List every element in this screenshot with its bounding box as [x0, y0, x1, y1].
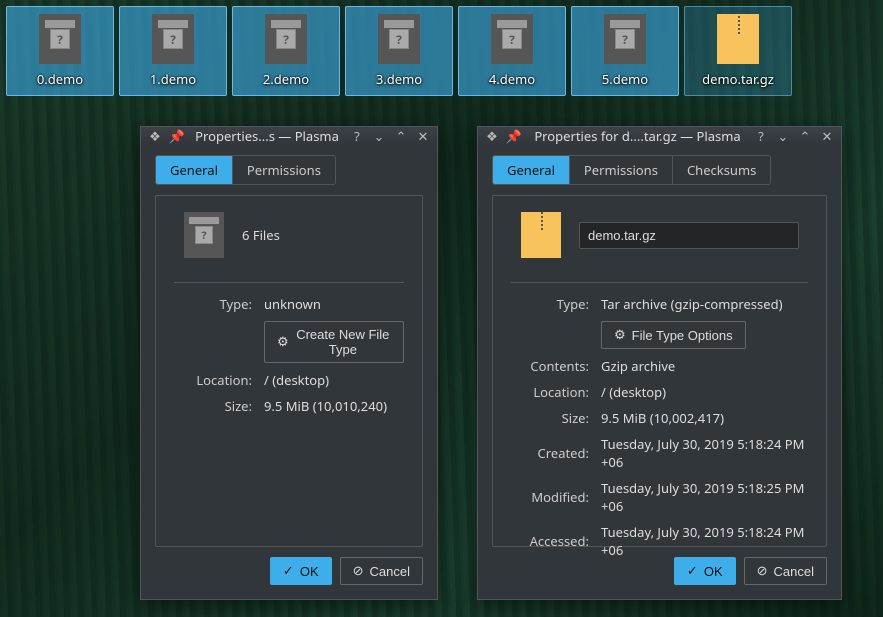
cancel-button[interactable]: ⊘ Cancel: [744, 557, 827, 585]
label-created: Created:: [511, 444, 589, 462]
properties-dialog-tar: ❖ 📌 Properties for d....tar.gz — Plasma …: [477, 126, 842, 600]
unknown-file-icon: [604, 14, 646, 64]
general-panel: 6 Files Type: unknown ⚙ Create New File …: [155, 195, 423, 547]
properties-dialog-multi: ❖ 📌 Properties...s — Plasma ? ⌄ ⌃ ✕ Gene…: [140, 126, 438, 600]
label-contents: Contents:: [511, 357, 589, 375]
dialog-buttons: ✓ OK ⊘ Cancel: [155, 547, 423, 585]
button-label: Cancel: [370, 564, 410, 579]
button-label: OK: [704, 564, 723, 579]
window-title: Properties...s — Plasma: [191, 127, 343, 145]
help-icon[interactable]: ?: [753, 128, 769, 144]
tab-bar: General Permissions Checksums: [492, 155, 771, 185]
file-label: 1.demo: [150, 70, 196, 88]
close-icon[interactable]: ✕: [819, 128, 835, 144]
unknown-file-icon: [152, 14, 194, 64]
button-label: OK: [300, 564, 319, 579]
check-icon: ✓: [283, 563, 294, 579]
tab-permissions[interactable]: Permissions: [570, 156, 673, 184]
minimize-icon[interactable]: ⌄: [775, 128, 791, 144]
label-size: Size:: [511, 409, 589, 427]
unknown-file-icon: [39, 14, 81, 64]
desktop-file-5[interactable]: 5.demo: [571, 6, 679, 96]
desktop-file-3[interactable]: 3.demo: [345, 6, 453, 96]
value-type: Tar archive (gzip-compressed): [601, 295, 783, 313]
value-location: / (desktop): [264, 371, 329, 389]
filename-input[interactable]: [579, 222, 799, 249]
dialog-content: General Permissions Checksums Type: Tar …: [478, 145, 841, 599]
file-label: 2.demo: [263, 70, 309, 88]
cancel-icon: ⊘: [353, 563, 364, 579]
tab-checksums[interactable]: Checksums: [673, 156, 770, 184]
cancel-icon: ⊘: [757, 563, 768, 579]
settings-icon: ⚙: [614, 327, 626, 343]
maximize-icon[interactable]: ⌃: [393, 128, 409, 144]
value-modified: Tuesday, July 30, 2019 5:18:25 PM +06: [601, 479, 808, 515]
file-label: 5.demo: [602, 70, 648, 88]
archive-icon: [717, 14, 759, 64]
desktop-file-2[interactable]: 2.demo: [232, 6, 340, 96]
tab-general[interactable]: General: [493, 156, 570, 184]
settings-icon: ⚙: [277, 334, 289, 350]
window-title: Properties for d....tar.gz — Plasma: [528, 127, 747, 145]
minimize-icon[interactable]: ⌄: [371, 128, 387, 144]
help-icon[interactable]: ?: [349, 128, 365, 144]
tab-general[interactable]: General: [156, 156, 233, 184]
desktop: 0.demo 1.demo 2.demo 3.demo 4.demo 5.dem…: [0, 0, 883, 96]
titlebar[interactable]: ❖ 📌 Properties...s — Plasma ? ⌄ ⌃ ✕: [141, 127, 437, 145]
desktop-file-4[interactable]: 4.demo: [458, 6, 566, 96]
value-accessed: Tuesday, July 30, 2019 5:18:24 PM +06: [601, 523, 808, 559]
label-accessed: Accessed:: [511, 532, 589, 550]
pin-icon[interactable]: 📌: [169, 128, 185, 144]
ok-button[interactable]: ✓ OK: [270, 557, 332, 585]
unknown-file-icon: [491, 14, 533, 64]
label-modified: Modified:: [511, 488, 589, 506]
desktop-file-0[interactable]: 0.demo: [6, 6, 114, 96]
unknown-file-icon: [378, 14, 420, 64]
unknown-file-icon: [265, 14, 307, 64]
pin-icon[interactable]: 📌: [506, 128, 522, 144]
tab-permissions[interactable]: Permissions: [233, 156, 335, 184]
dialog-content: General Permissions 6 Files Type: unknow…: [141, 145, 437, 599]
label-type: Type:: [511, 295, 589, 313]
general-panel: Type: Tar archive (gzip-compressed) ⚙ Fi…: [492, 195, 827, 547]
button-label: Create New File Type: [295, 327, 391, 357]
file-count: 6 Files: [242, 226, 280, 244]
value-size: 9.5 MiB (10,002,417): [601, 409, 724, 427]
value-size: 9.5 MiB (10,010,240): [264, 397, 387, 415]
file-type-options-button[interactable]: ⚙ File Type Options: [601, 321, 746, 349]
desktop-file-1[interactable]: 1.demo: [119, 6, 227, 96]
ok-button[interactable]: ✓ OK: [674, 557, 736, 585]
maximize-icon[interactable]: ⌃: [797, 128, 813, 144]
file-label: demo.tar.gz: [702, 70, 774, 88]
value-created: Tuesday, July 30, 2019 5:18:24 PM +06: [601, 435, 808, 471]
label-location: Location:: [174, 371, 252, 389]
check-icon: ✓: [687, 563, 698, 579]
close-icon[interactable]: ✕: [415, 128, 431, 144]
app-menu-icon[interactable]: ❖: [147, 128, 163, 144]
button-label: File Type Options: [632, 328, 733, 343]
titlebar[interactable]: ❖ 📌 Properties for d....tar.gz — Plasma …: [478, 127, 841, 145]
label-location: Location:: [511, 383, 589, 401]
archive-icon: [521, 212, 561, 258]
tab-bar: General Permissions: [155, 155, 336, 185]
separator: [511, 282, 808, 283]
unknown-file-icon: [184, 212, 224, 258]
value-location: / (desktop): [601, 383, 666, 401]
label-size: Size:: [174, 397, 252, 415]
app-menu-icon[interactable]: ❖: [484, 128, 500, 144]
label-type: Type:: [174, 295, 252, 313]
value-type: unknown: [264, 295, 321, 313]
cancel-button[interactable]: ⊘ Cancel: [340, 557, 423, 585]
separator: [174, 282, 404, 283]
button-label: Cancel: [774, 564, 814, 579]
file-label: 3.demo: [376, 70, 422, 88]
desktop-file-tar[interactable]: demo.tar.gz: [684, 6, 792, 96]
file-label: 4.demo: [489, 70, 535, 88]
value-contents: Gzip archive: [601, 357, 675, 375]
file-label: 0.demo: [37, 70, 83, 88]
create-file-type-button[interactable]: ⚙ Create New File Type: [264, 321, 404, 363]
